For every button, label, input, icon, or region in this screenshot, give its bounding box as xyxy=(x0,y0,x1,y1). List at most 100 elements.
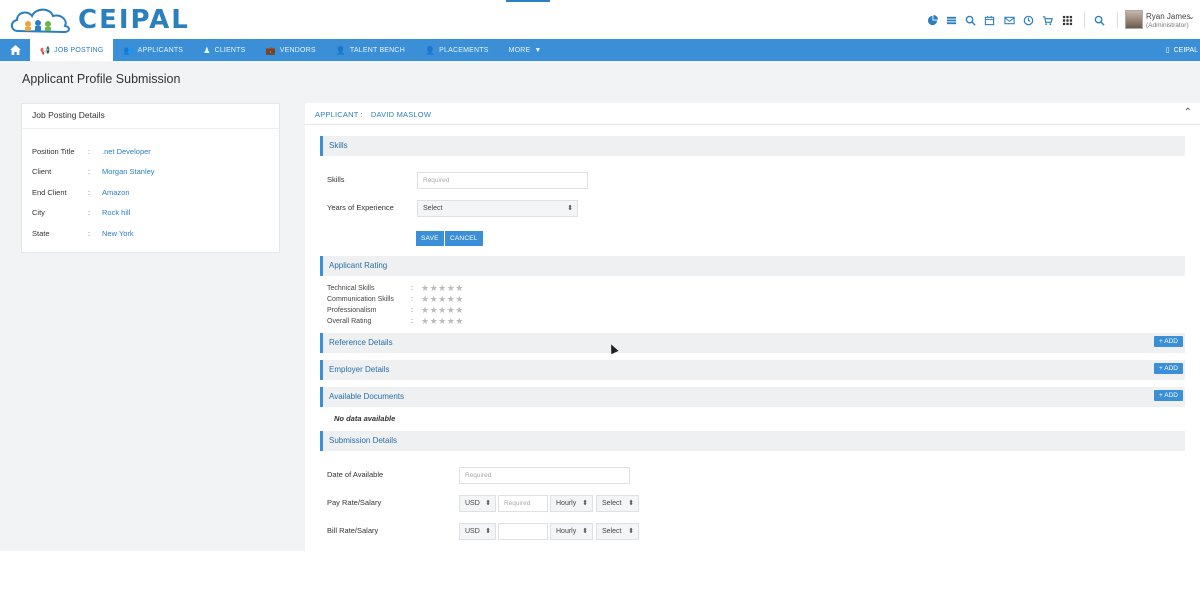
job-posting-card: Job Posting Details Position Title : .ne… xyxy=(21,103,280,253)
applicant-name: DAVID MASLOW xyxy=(370,110,432,119)
nav-label: APPLICANTS xyxy=(137,46,184,54)
field-label: Position Title xyxy=(32,147,75,156)
rating-communication: Communication Skills : ★★★★★ xyxy=(327,295,464,304)
users-icon: 👥 xyxy=(123,45,134,55)
cart-icon[interactable] xyxy=(1040,12,1056,28)
add-document-button[interactable]: + ADD xyxy=(1154,390,1183,401)
nav-more[interactable]: MORE ▼ xyxy=(499,39,552,61)
field-separator: : xyxy=(88,229,91,238)
field-client: Client : Morgan Stanley xyxy=(32,167,155,176)
section-title: Employer Details xyxy=(329,365,390,374)
nav-talent-bench[interactable]: 👤 TALENT BENCH xyxy=(326,39,415,61)
bill-type-value: Select xyxy=(602,528,622,535)
field-separator: : xyxy=(88,208,91,217)
star-rating[interactable]: ★★★★★ xyxy=(421,284,464,293)
select-arrows-icon: ⬍ xyxy=(582,500,588,507)
field-value[interactable]: Rock hill xyxy=(102,208,130,217)
user-role: (Administrator) xyxy=(1146,22,1189,29)
field-state: State : New York xyxy=(32,229,134,238)
reference-section-header: Reference Details + ADD xyxy=(320,333,1185,353)
nav-ceipal-link[interactable]: ▯ CEIPAL xyxy=(1166,39,1200,61)
top-header: CEIPAL Ryan James (Administrator) ⌄ xyxy=(0,0,1200,39)
cancel-button[interactable]: CANCEL xyxy=(445,231,483,246)
pie-chart-icon[interactable] xyxy=(924,12,940,28)
pay-period-select[interactable]: Hourly ⬍ xyxy=(550,495,593,512)
grid-icon[interactable] xyxy=(1059,12,1075,28)
field-label: Client xyxy=(32,167,52,176)
save-button[interactable]: SAVE xyxy=(416,231,444,246)
brand-name: CEIPAL xyxy=(78,5,190,35)
user-avatar[interactable] xyxy=(1125,10,1143,29)
user-plus-icon: 👤 xyxy=(424,45,436,55)
field-label: End Client xyxy=(32,188,67,197)
add-employer-button[interactable]: + ADD xyxy=(1154,363,1183,374)
nav-label: JOB POSTING xyxy=(54,46,104,54)
skills-section-header: Skills xyxy=(320,136,1185,156)
search-icon[interactable] xyxy=(1091,12,1107,28)
star-rating[interactable]: ★★★★★ xyxy=(421,306,464,315)
home-icon[interactable] xyxy=(0,39,30,61)
field-separator: : xyxy=(88,188,91,197)
rating-separator: : xyxy=(411,285,413,292)
experience-value: Select xyxy=(423,205,443,212)
user-group-icon: 👤 xyxy=(335,45,346,55)
bill-currency-value: USD xyxy=(465,528,480,535)
caret-down-icon: ▼ xyxy=(534,46,542,54)
mail-icon[interactable] xyxy=(1001,12,1017,28)
field-end-client: End Client : Amazon xyxy=(32,188,130,197)
pay-type-select[interactable]: Select ⬍ xyxy=(596,495,639,512)
user-name[interactable]: Ryan James xyxy=(1146,12,1190,21)
bill-currency-select[interactable]: USD ⬍ xyxy=(459,523,496,540)
bill-period-select[interactable]: Hourly ⬍ xyxy=(550,523,593,540)
document-icon: ▯ xyxy=(1165,47,1170,54)
job-posting-header: Job Posting Details xyxy=(22,104,279,129)
briefcase-icon: 💼 xyxy=(265,45,276,55)
nav-clients[interactable]: ♟ CLIENTS xyxy=(193,39,255,61)
nav-applicants[interactable]: 👥 APPLICANTS xyxy=(113,39,193,61)
clock-icon[interactable] xyxy=(1020,12,1036,28)
field-value[interactable]: .net Developer xyxy=(102,147,151,156)
nav-label: PLACEMENTS xyxy=(439,46,489,54)
nav-placements[interactable]: 👤 PLACEMENTS xyxy=(415,39,499,61)
bill-type-select[interactable]: Select ⬍ xyxy=(596,523,639,540)
submission-section-header: Submission Details xyxy=(320,431,1185,451)
nav-label: CLIENTS xyxy=(214,46,246,54)
star-rating[interactable]: ★★★★★ xyxy=(421,317,464,326)
rating-overall: Overall Rating : ★★★★★ xyxy=(327,317,464,326)
skills-input[interactable]: Required xyxy=(417,172,588,189)
nav-vendors[interactable]: 💼 VENDORS xyxy=(256,39,326,61)
rating-separator: : xyxy=(411,307,413,314)
add-reference-button[interactable]: + ADD xyxy=(1154,336,1183,347)
field-value[interactable]: Amazon xyxy=(102,188,130,197)
select-arrows-icon: ⬍ xyxy=(485,528,491,535)
list-icon[interactable] xyxy=(943,12,959,28)
bill-rate-input[interactable] xyxy=(498,523,548,540)
rating-professionalism: Professionalism : ★★★★★ xyxy=(327,306,464,315)
select-arrows-icon: ⬍ xyxy=(567,205,573,212)
pay-rate-input[interactable]: Required xyxy=(498,495,548,512)
no-data-message: No data available xyxy=(334,414,396,423)
rating-label: Technical Skills xyxy=(327,285,375,292)
chevron-down-icon[interactable]: ⌄ xyxy=(1188,12,1195,21)
chevron-up-icon[interactable]: ⌃ xyxy=(1184,107,1192,118)
star-rating[interactable]: ★★★★★ xyxy=(421,295,464,304)
experience-select[interactable]: Select ⬍ xyxy=(417,200,578,217)
select-arrows-icon: ⬍ xyxy=(628,500,634,507)
field-city: City : Rock hill xyxy=(32,208,130,217)
select-arrows-icon: ⬍ xyxy=(628,528,634,535)
section-title: Skills xyxy=(329,141,348,150)
pay-currency-value: USD xyxy=(465,500,480,507)
person-icon: ♟ xyxy=(203,45,211,55)
field-value[interactable]: Morgan Stanley xyxy=(102,167,155,176)
date-available-input[interactable]: Required xyxy=(459,467,630,484)
search-plus-icon[interactable] xyxy=(963,12,979,28)
cloud-logo-icon xyxy=(10,8,70,34)
ceipal-logo[interactable]: CEIPAL xyxy=(8,5,190,35)
nav-job-posting[interactable]: 📢 JOB POSTING xyxy=(30,39,114,61)
calendar-icon[interactable] xyxy=(982,12,998,28)
applicant-label: APPLICANT : xyxy=(315,110,363,119)
field-position-title: Position Title : .net Developer xyxy=(32,147,151,156)
field-value[interactable]: New York xyxy=(102,229,134,238)
documents-section-header: Available Documents + ADD xyxy=(320,387,1185,407)
pay-currency-select[interactable]: USD ⬍ xyxy=(459,495,496,512)
